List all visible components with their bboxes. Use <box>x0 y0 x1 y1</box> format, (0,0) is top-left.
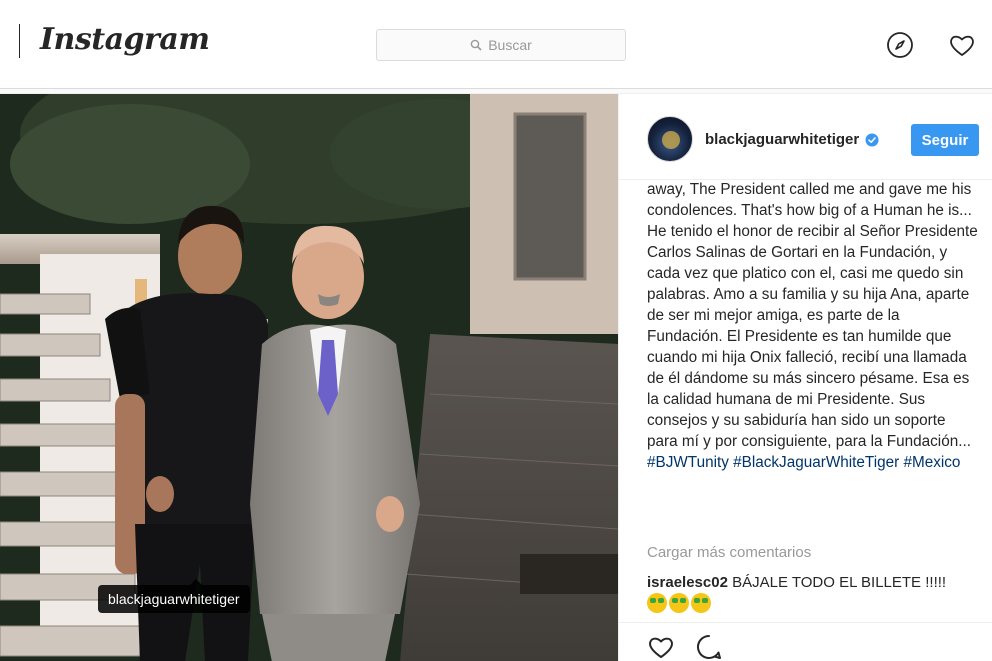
author-username[interactable]: blackjaguarwhitetiger <box>705 131 879 148</box>
like-heart-icon[interactable] <box>647 633 675 661</box>
logo-divider <box>19 24 20 58</box>
post-sidebar: blackjaguarwhitetiger Seguir away, The P… <box>618 94 992 661</box>
follow-button[interactable]: Seguir <box>911 124 979 156</box>
comment-emojis <box>647 593 711 613</box>
comment-item: israelesc02 BÁJALE TODO EL BILLETE !!!!! <box>647 574 946 591</box>
money-mouth-emoji-icon <box>669 593 689 613</box>
explore-compass-icon[interactable] <box>886 31 914 59</box>
search-placeholder: Buscar <box>488 37 532 53</box>
post-photo[interactable]: blackjaguarwhitetiger <box>0 94 618 661</box>
top-nav-bar: Instagram Buscar <box>0 0 992 89</box>
author-avatar[interactable] <box>647 116 693 162</box>
photo-illustration <box>0 94 618 661</box>
caption-text: away, The President called me and gave m… <box>647 181 978 450</box>
post-header: blackjaguarwhitetiger Seguir <box>619 94 992 180</box>
hashtag-link[interactable]: #BlackJaguarWhiteTiger <box>733 454 899 471</box>
money-mouth-emoji-icon <box>647 593 667 613</box>
comment-bubble-icon[interactable] <box>695 633 723 661</box>
comment-text: BÁJALE TODO EL BILLETE !!!!! <box>732 574 947 591</box>
search-icon <box>470 39 482 51</box>
search-input[interactable]: Buscar <box>376 29 626 61</box>
post-actions <box>619 622 992 661</box>
money-mouth-emoji-icon <box>691 593 711 613</box>
hashtag-link[interactable]: #Mexico <box>903 454 960 471</box>
post-card: blackjaguarwhitetiger blackjaguarwhiteti… <box>0 93 992 661</box>
author-username-text[interactable]: blackjaguarwhitetiger <box>705 131 859 148</box>
hashtag-link[interactable]: #BJWTunity <box>647 454 729 471</box>
post-caption: away, The President called me and gave m… <box>647 180 979 536</box>
activity-heart-icon[interactable] <box>948 31 976 59</box>
load-more-comments[interactable]: Cargar más comentarios <box>647 544 811 561</box>
comment-username[interactable]: israelesc02 <box>647 574 728 591</box>
verified-badge-icon <box>865 133 879 146</box>
photo-user-tag[interactable]: blackjaguarwhitetiger <box>98 579 250 613</box>
instagram-logo[interactable]: Instagram <box>40 22 210 57</box>
